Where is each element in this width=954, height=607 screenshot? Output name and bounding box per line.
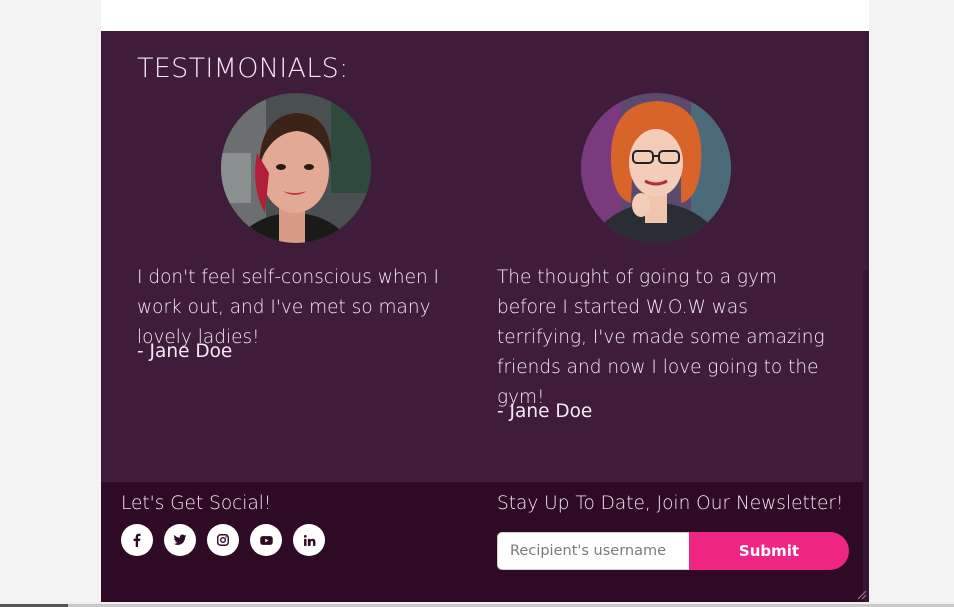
instagram-icon[interactable] [207, 524, 239, 556]
social-links [121, 524, 325, 556]
resize-grip-icon[interactable] [855, 588, 867, 600]
newsletter-input[interactable] [497, 532, 689, 570]
youtube-icon[interactable] [250, 524, 282, 556]
newsletter-title: Stay Up To Date, Join Our Newsletter! [497, 493, 844, 514]
social-title: Let's Get Social! [121, 493, 272, 514]
twitter-icon[interactable] [164, 524, 196, 556]
testimonial-author: - Jane Doe [137, 341, 233, 362]
scrollbar[interactable] [863, 270, 869, 602]
footer: Let's Get Social! Stay Up To Date, Join … [101, 482, 869, 602]
testimonials-title: TESTIMONIALS: [137, 53, 349, 84]
testimonial-author: - Jane Doe [497, 401, 593, 422]
testimonial-avatar [581, 93, 731, 243]
top-white-area [101, 0, 869, 31]
linkedin-icon[interactable] [293, 524, 325, 556]
facebook-icon[interactable] [121, 524, 153, 556]
testimonials-section: TESTIMONIALS: I don't feel self-consciou… [101, 31, 869, 482]
testimonial-quote: I don't feel self-conscious when I work … [137, 267, 440, 348]
testimonial-quote: The thought of going to a gym before I s… [497, 267, 825, 408]
testimonial-avatar [221, 93, 371, 243]
submit-button[interactable]: Submit [689, 532, 849, 570]
newsletter-form: Submit [497, 532, 849, 570]
horizontal-scrollbar[interactable] [0, 602, 954, 607]
page-container: TESTIMONIALS: I don't feel self-consciou… [101, 0, 869, 602]
